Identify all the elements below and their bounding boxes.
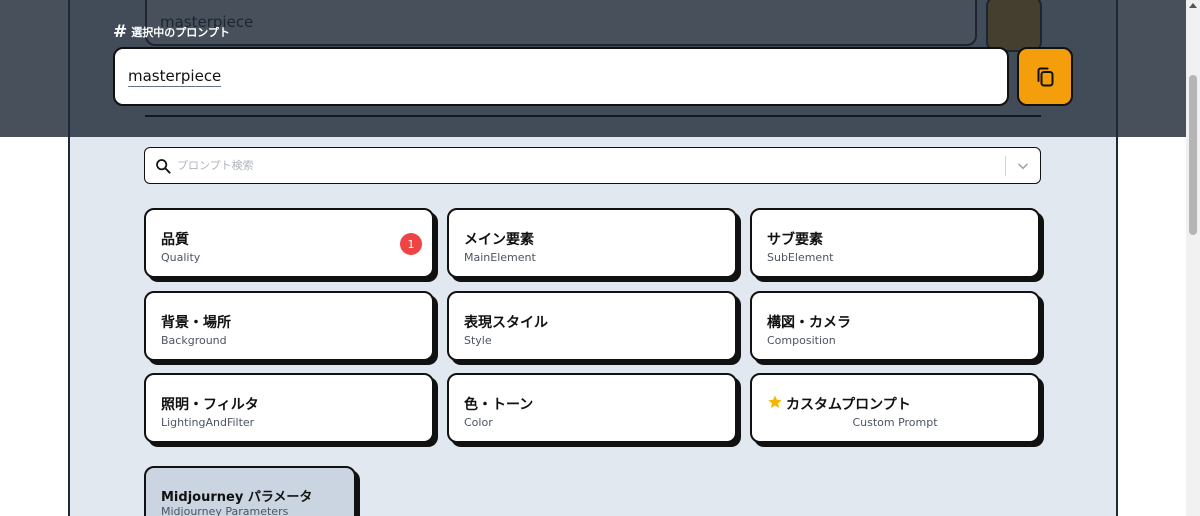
midjourney-parameters-card[interactable]: Midjourney パラメータ Midjourney Parameters (144, 466, 356, 516)
category-card-lighting[interactable]: 照明・フィルタ LightingAndFilter (144, 373, 434, 443)
scrollbar[interactable] (1186, 0, 1200, 516)
count-badge: 1 (400, 233, 422, 255)
star-icon (768, 395, 782, 408)
selected-prompt-label: # 選択中のプロンプト (113, 23, 230, 41)
card-title: メイン要素 (464, 232, 534, 248)
card-subtitle: Composition (767, 334, 836, 347)
card-subtitle: Midjourney Parameters (161, 505, 289, 516)
copy-icon (1037, 67, 1054, 86)
card-subtitle: Color (464, 416, 493, 429)
scroll-up-arrow-icon[interactable] (1189, 3, 1197, 8)
card-title: 品質 (161, 232, 189, 248)
card-title: 表現スタイル (464, 315, 548, 331)
category-card-main-element[interactable]: メイン要素 MainElement (447, 208, 737, 278)
category-card-custom-prompt[interactable]: カスタムプロンプト Custom Prompt (750, 373, 1040, 443)
card-title: サブ要素 (767, 232, 823, 248)
card-title: 構図・カメラ (767, 315, 851, 331)
card-title: 背景・場所 (161, 315, 231, 331)
category-card-quality[interactable]: 品質 Quality 1 (144, 208, 434, 278)
card-title: 照明・フィルタ (161, 397, 259, 413)
category-card-style[interactable]: 表現スタイル Style (447, 291, 737, 361)
card-subtitle: SubElement (767, 251, 834, 264)
card-title: 色・トーン (464, 397, 534, 413)
copy-button[interactable] (1017, 47, 1073, 106)
card-subtitle: Style (464, 334, 492, 347)
selected-prompt-field[interactable]: masterpiece (113, 47, 1009, 106)
search-icon (156, 158, 171, 174)
card-subtitle: MainElement (464, 251, 536, 264)
hash-icon: # (113, 22, 128, 42)
category-card-background[interactable]: 背景・場所 Background (144, 291, 434, 361)
search-input[interactable] (177, 159, 1005, 172)
chevron-down-icon[interactable] (1006, 148, 1040, 183)
category-card-sub-element[interactable]: サブ要素 SubElement (750, 208, 1040, 278)
category-card-color[interactable]: 色・トーン Color (447, 373, 737, 443)
selected-prompt-text: masterpiece (128, 66, 222, 87)
category-card-composition[interactable]: 構図・カメラ Composition (750, 291, 1040, 361)
card-subtitle: LightingAndFilter (161, 416, 255, 429)
card-title: カスタムプロンプト (786, 397, 911, 413)
card-title: Midjourney パラメータ (161, 490, 313, 505)
scrollbar-thumb[interactable] (1189, 75, 1197, 235)
divider (145, 115, 1041, 117)
card-subtitle: Custom Prompt (852, 416, 938, 429)
card-subtitle: Background (161, 334, 227, 347)
card-subtitle: Quality (161, 251, 201, 264)
prompt-search[interactable] (144, 147, 1041, 184)
selected-prompt-heading: 選択中のプロンプト (131, 26, 230, 39)
